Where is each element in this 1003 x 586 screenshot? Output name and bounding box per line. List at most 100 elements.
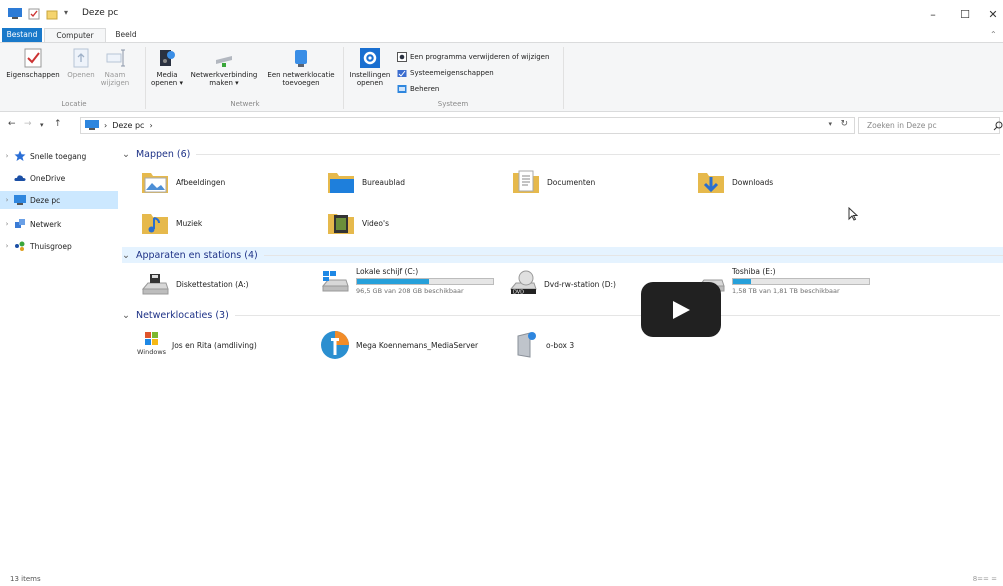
up-arrow-icon[interactable]: ↑ [54, 119, 62, 129]
drive-usage-bar [356, 278, 494, 285]
network-drive-icon [216, 56, 232, 67]
nav-item-onedrive[interactable]: OneDrive [0, 169, 118, 187]
drive-dvd[interactable]: DVD Dvd-rw-station (D:) [508, 269, 616, 299]
manage-button[interactable]: Beheren [397, 84, 439, 94]
new-folder-quick-icon[interactable] [46, 8, 58, 22]
breadcrumb-item[interactable]: Deze pc [112, 121, 144, 130]
address-bar[interactable]: › Deze pc › ▾ ↻ [80, 117, 855, 134]
address-dropdown-icon[interactable]: ▾ [828, 120, 832, 128]
open-label: Openen [67, 71, 95, 79]
drive-c[interactable]: Lokale schijf (C:) 96,5 GB van 208 GB be… [320, 266, 494, 296]
item-label: Jos en Rita (amdliving) [172, 340, 257, 350]
recent-locations-icon[interactable]: ▾ [40, 121, 44, 129]
media-open-button[interactable]: Media openen ▾ [150, 47, 184, 87]
maximize-button[interactable]: ☐ [950, 4, 980, 24]
video-play-button[interactable] [641, 282, 721, 337]
nav-item-this-pc[interactable]: › Deze pc [0, 191, 118, 209]
nav-item-quick-access[interactable]: › Snelle toegang [0, 147, 118, 165]
media-label-2: openen ▾ [151, 79, 183, 87]
add-network-location-button[interactable]: Een netwerklocatie toevoegen [264, 47, 338, 87]
section-header-devices[interactable]: ⌄ Apparaten en stations (4) [122, 247, 1003, 263]
group-separator [563, 47, 564, 109]
chevron-right-icon[interactable]: › [0, 152, 14, 160]
drive-e[interactable]: Toshiba (E:) 1,58 TB van 1,81 TB beschik… [696, 266, 870, 296]
chevron-down-icon[interactable]: ⌄ [122, 149, 130, 160]
homegroup-icon [15, 241, 25, 251]
tab-file[interactable]: Bestand [2, 28, 42, 42]
network-location-mediaserver[interactable]: Mega Koennemans_MediaServer [320, 330, 478, 360]
system-drive-icon [321, 271, 349, 292]
chevron-right-icon[interactable]: › [0, 242, 14, 250]
chevron-right-icon[interactable]: › [0, 220, 14, 228]
open-settings-button[interactable]: Instellingen openen [346, 47, 394, 87]
customize-toolbar-icon[interactable]: ▾ [64, 8, 68, 22]
group-separator [145, 47, 146, 109]
uninstall-program-button[interactable]: Een programma verwijderen of wijzigen [397, 52, 549, 62]
play-icon [673, 300, 690, 319]
item-label: Mega Koennemans_MediaServer [356, 340, 479, 350]
chevron-right-icon[interactable]: › [0, 196, 14, 204]
chevron-down-icon[interactable]: ⌄ [122, 310, 130, 321]
forward-arrow-icon[interactable]: → [24, 119, 32, 129]
item-label: Video's [362, 218, 389, 228]
mouse-cursor-icon [848, 207, 858, 221]
videos-folder-icon [328, 214, 354, 234]
music-folder-icon [142, 214, 168, 234]
item-label: Dvd-rw-station (D:) [544, 279, 616, 289]
drive-floppy[interactable]: Diskettestation (A:) [140, 269, 249, 299]
network-location-jos-en-rita[interactable]: Windows Jos en Rita (amdliving) [136, 330, 257, 360]
item-label: Afbeeldingen [176, 177, 226, 187]
explorer-app-icon[interactable] [8, 8, 22, 22]
tab-view[interactable]: Beeld [108, 28, 144, 42]
uninstall-icon [397, 52, 407, 62]
expand-ribbon-icon[interactable]: ⌃ [990, 30, 997, 39]
cloud-icon [14, 175, 26, 181]
folder-downloads[interactable]: Downloads [696, 167, 773, 197]
group-label-network: Netwerk [230, 100, 260, 108]
view-toggle-icons[interactable]: 8== = [973, 575, 997, 583]
nav-label: Netwerk [30, 219, 62, 229]
chevron-down-icon[interactable]: ⌄ [122, 250, 130, 261]
close-button[interactable]: ✕ [978, 4, 1003, 24]
rename-button[interactable]: Naam wijzigen [100, 47, 130, 87]
media-icon [160, 50, 175, 66]
folder-music[interactable]: Muziek [140, 208, 202, 238]
group-label-system: Systeem [437, 100, 469, 108]
nav-item-network[interactable]: › Netwerk [0, 215, 118, 233]
status-bar: 13 items 8== = [0, 572, 1003, 586]
folder-pictures[interactable]: Afbeeldingen [140, 167, 225, 197]
system-properties-button[interactable]: Systeemeigenschappen [397, 68, 494, 78]
folder-videos[interactable]: Video's [326, 208, 389, 238]
sysprops-label: Systeemeigenschappen [410, 69, 494, 77]
properties-label: Eigenschappen [6, 71, 60, 79]
folder-documents[interactable]: Documenten [511, 167, 595, 197]
section-header-network-locations[interactable]: ⌄ Netwerklocaties (3) [122, 307, 1000, 323]
nav-item-homegroup[interactable]: › Thuisgroep [0, 237, 118, 255]
properties-button[interactable]: Eigenschappen [6, 47, 60, 79]
settings-label-1: Instellingen [349, 71, 391, 79]
address-row: ← → ▾ ↑ › Deze pc › ▾ ↻ Zoeken in Deze p… [0, 115, 1003, 137]
minimize-button[interactable]: – [918, 4, 948, 24]
windows-media-icon: Windows [137, 332, 166, 356]
search-icon [993, 121, 1003, 131]
search-input[interactable]: Zoeken in Deze pc [858, 117, 1003, 134]
rename-label-1: Naam [104, 71, 126, 79]
floppy-drive-icon [141, 274, 169, 295]
section-header-folders[interactable]: ⌄ Mappen (6) [122, 146, 1000, 162]
group-separator [343, 47, 344, 109]
back-arrow-icon[interactable]: ← [8, 119, 16, 129]
drive-free-space: 96,5 GB van 208 GB beschikbaar [356, 287, 464, 295]
folder-desktop[interactable]: Bureaublad [326, 167, 405, 197]
manage-icon [397, 85, 407, 93]
tab-computer[interactable]: Computer [44, 28, 106, 42]
map-network-drive-button[interactable]: Netwerkverbinding maken ▾ [186, 47, 262, 87]
properties-quick-icon[interactable] [28, 8, 40, 22]
refresh-icon[interactable]: ↻ [840, 119, 848, 129]
breadcrumb-separator: › [149, 121, 153, 130]
item-label: Downloads [732, 177, 774, 187]
item-label: Toshiba (E:) [732, 267, 776, 276]
network-location-o-box[interactable]: o-box 3 [510, 330, 574, 360]
open-button[interactable]: Openen [66, 47, 96, 79]
netloc-label-1: Een netwerklocatie [267, 71, 335, 79]
netloc-label-2: toevoegen [282, 79, 320, 87]
